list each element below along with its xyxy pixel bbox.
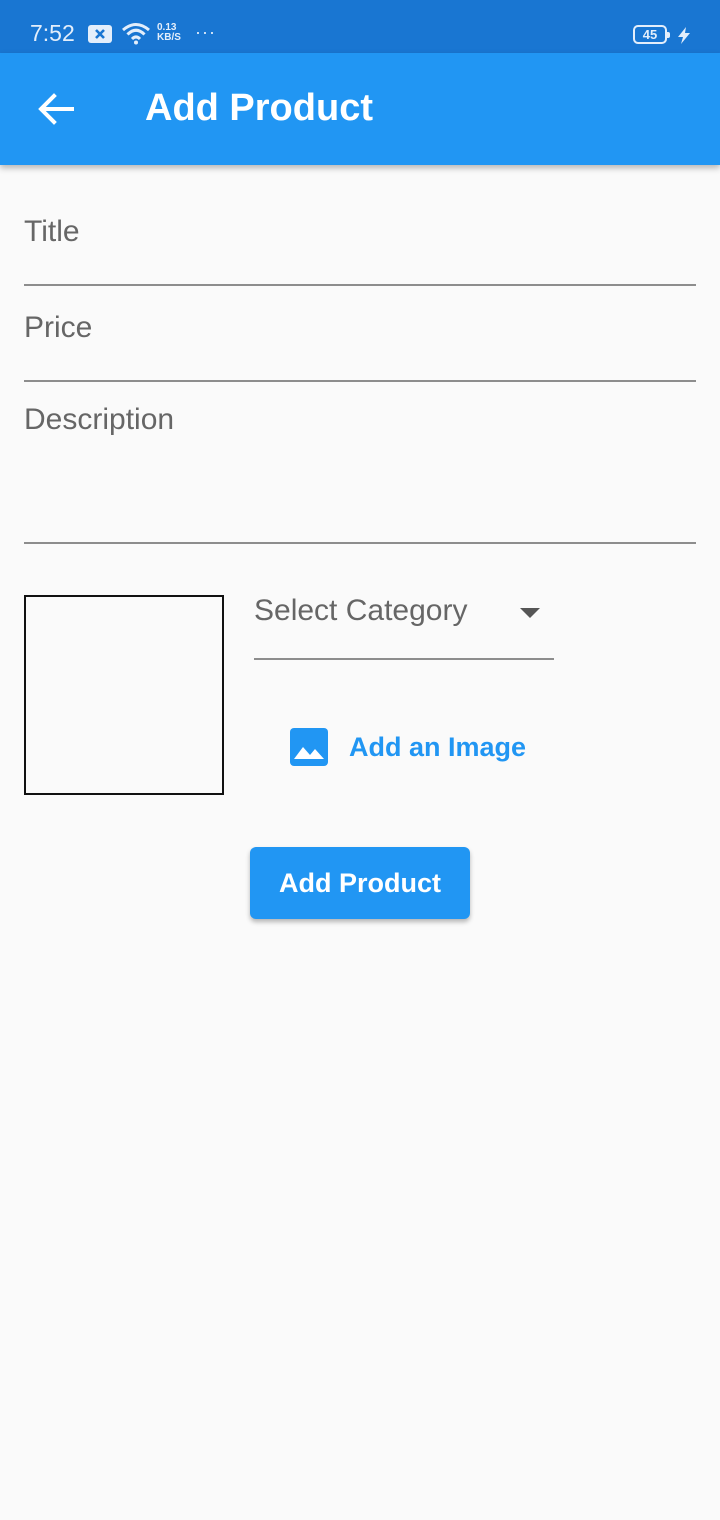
- more-icon: ···: [195, 22, 216, 42]
- battery-icon: 45: [633, 25, 670, 44]
- description-input[interactable]: [24, 403, 696, 523]
- category-dropdown[interactable]: Select Category: [254, 588, 554, 660]
- arrow-back-icon: [38, 93, 74, 125]
- network-speed: 0.13 KB/S: [157, 23, 181, 43]
- add-product-button[interactable]: Add Product: [250, 847, 470, 919]
- charging-icon: [678, 27, 690, 44]
- price-field: [24, 311, 696, 382]
- add-image-button[interactable]: Add an Image: [276, 714, 538, 780]
- image-icon: [290, 728, 328, 766]
- add-image-label: Add an Image: [349, 732, 527, 762]
- notification-icon: [88, 25, 112, 43]
- title-input[interactable]: [24, 215, 696, 249]
- description-field: [24, 403, 696, 544]
- page-title: Add Product: [145, 87, 373, 129]
- category-label: Select Category: [254, 594, 468, 627]
- title-field: [24, 215, 696, 286]
- price-input[interactable]: [24, 311, 696, 345]
- wifi-icon: [122, 23, 150, 45]
- app-bar: Add Product: [0, 53, 720, 165]
- image-preview: [24, 595, 224, 795]
- caret-down-icon: [520, 608, 540, 618]
- status-bar: 7:52 0.13 KB/S ··· 45: [0, 0, 720, 53]
- network-speed-unit: KB/S: [157, 32, 181, 43]
- status-time: 7:52: [30, 20, 75, 46]
- back-button[interactable]: [24, 85, 88, 133]
